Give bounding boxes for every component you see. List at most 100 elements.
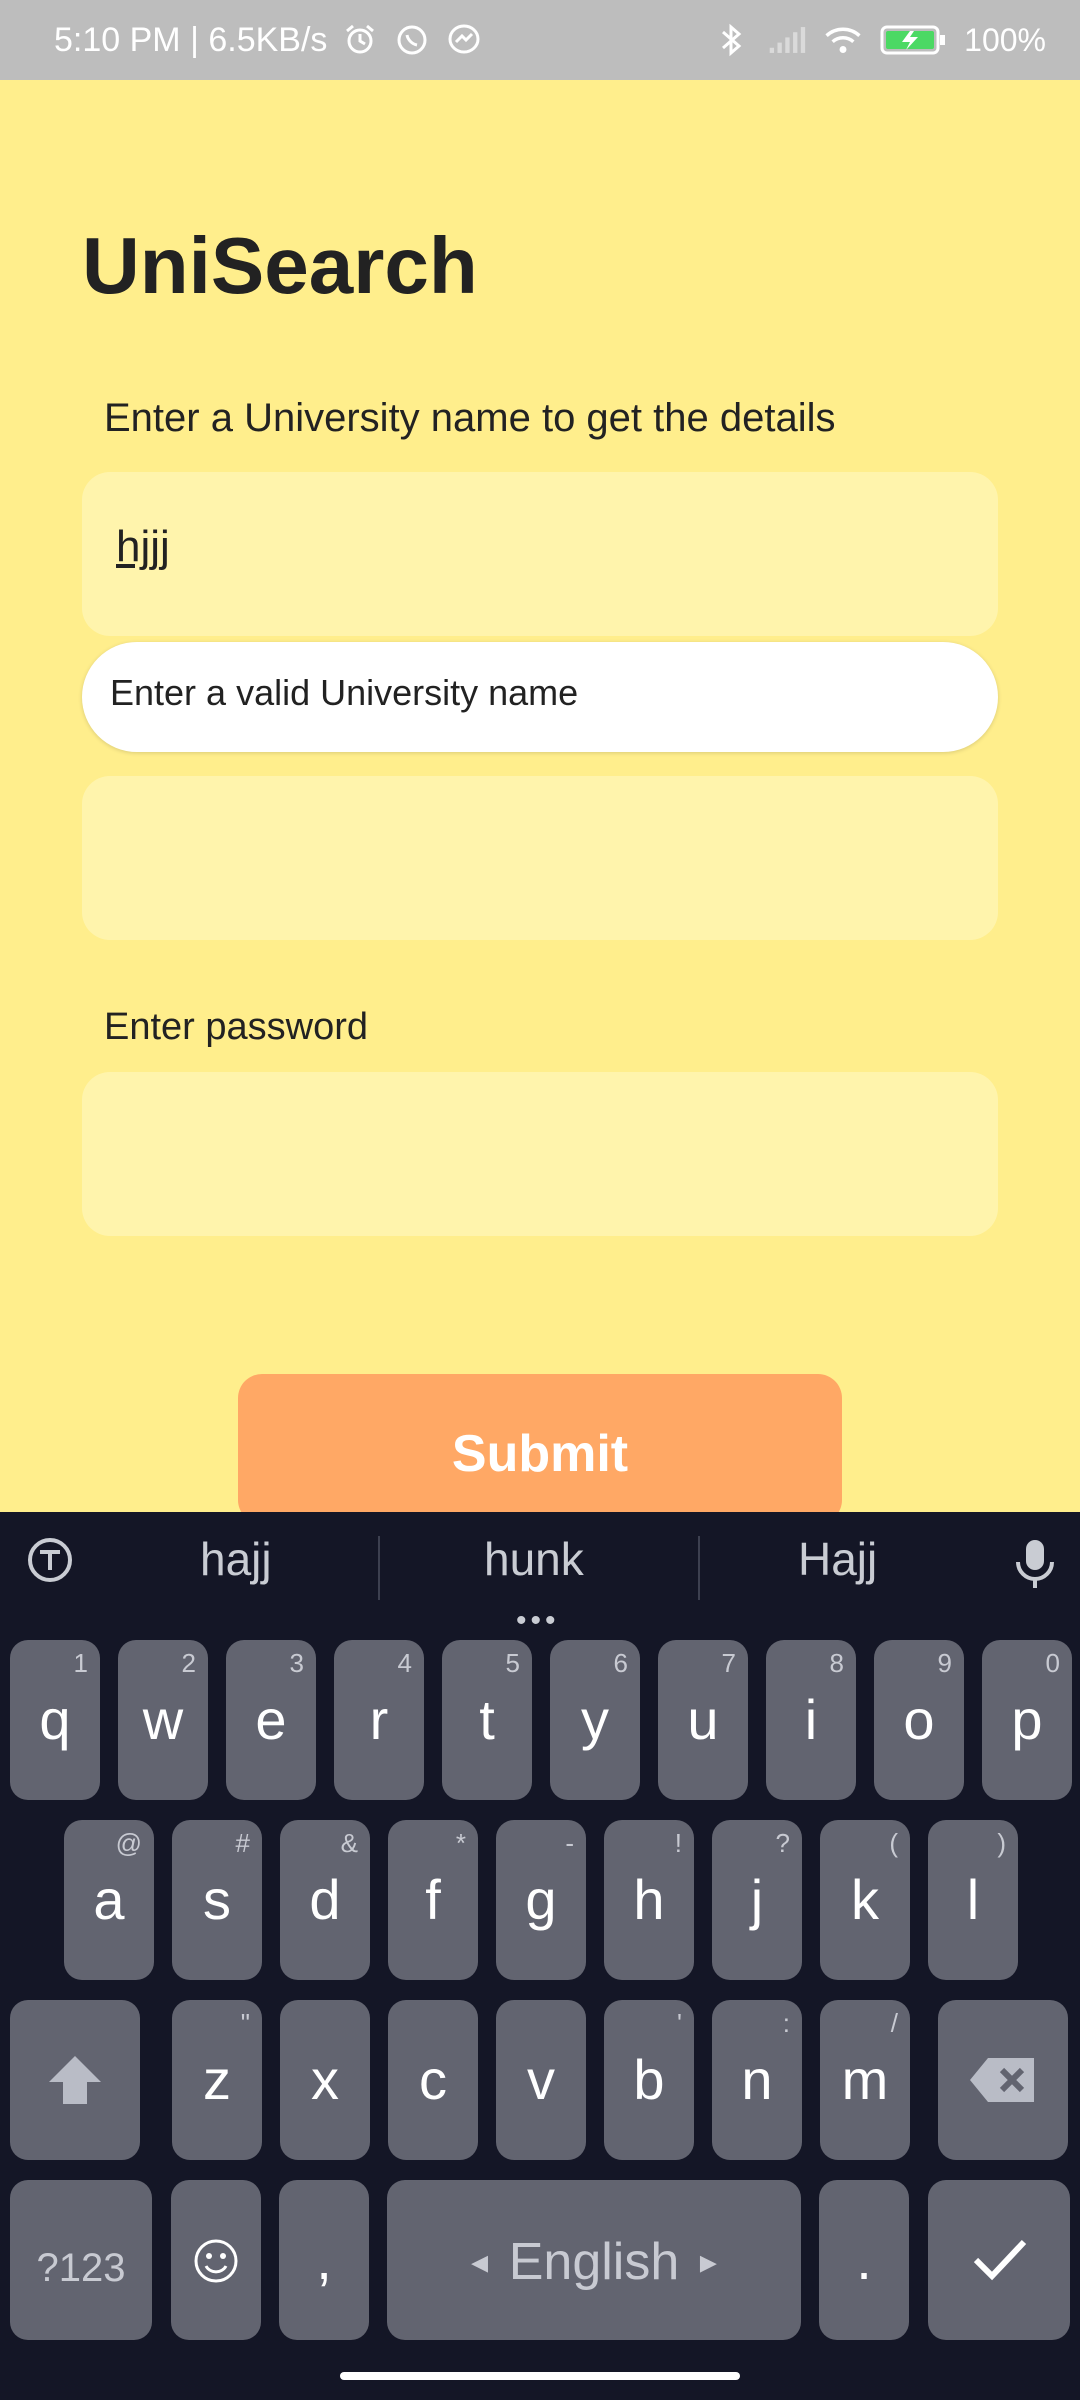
- key-hint: ": [240, 2008, 250, 2038]
- suggestion-3[interactable]: Hajj: [798, 1532, 877, 1586]
- suggestion-2[interactable]: hunk: [484, 1532, 584, 1586]
- key-u[interactable]: u7: [658, 1640, 748, 1800]
- key-d[interactable]: d &: [280, 1820, 370, 1980]
- comma-key[interactable]: ,: [279, 2180, 369, 2340]
- key-hint: *: [455, 1828, 466, 1858]
- comma-key-label: ,: [316, 2228, 332, 2291]
- university-input[interactable]: hjjj: [82, 472, 998, 636]
- more-suggestions-icon[interactable]: •••: [516, 1604, 560, 1638]
- error-tooltip-text: Enter a valid University name: [110, 672, 579, 713]
- key-v[interactable]: v: [496, 2000, 586, 2160]
- key-label: y: [581, 1688, 609, 1751]
- key-hint: (: [889, 1828, 898, 1858]
- key-hint: ': [677, 2008, 682, 2038]
- key-n[interactable]: n:: [712, 2000, 802, 2160]
- submit-label: Submit: [451, 1425, 629, 1483]
- key-hint: 1: [73, 1648, 88, 1678]
- key-label: i: [804, 1688, 818, 1751]
- key-j[interactable]: j?: [712, 1820, 802, 1980]
- error-tooltip: Enter a valid University name: [82, 642, 998, 752]
- shift-key[interactable]: [10, 2000, 140, 2160]
- key-hint: 9: [937, 1648, 952, 1678]
- key-p[interactable]: p0: [982, 1640, 1072, 1800]
- battery-charging-icon: [880, 21, 946, 59]
- key-h[interactable]: h!: [604, 1820, 694, 1980]
- key-b[interactable]: b ': [604, 2000, 694, 2160]
- suggestion-bar: hajj hunk Hajj •••: [0, 1512, 1080, 1637]
- signal-icon: [768, 21, 806, 59]
- app-screen: UniSearch Enter a University name to get…: [0, 80, 1080, 1524]
- key-k[interactable]: k(: [820, 1820, 910, 1980]
- key-o[interactable]: o9: [874, 1640, 964, 1800]
- suggestion-1[interactable]: hajj: [200, 1532, 272, 1586]
- key-x[interactable]: x: [280, 2000, 370, 2160]
- university-label: Enter a University name to get the detai…: [104, 396, 836, 440]
- key-hint: 3: [289, 1648, 304, 1678]
- key-label: x: [311, 2048, 339, 2111]
- key-label: g: [525, 1868, 557, 1931]
- key-f[interactable]: f *: [388, 1820, 478, 1980]
- key-hint: @: [115, 1828, 142, 1858]
- key-l[interactable]: l): [928, 1820, 1018, 1980]
- key-label: z: [203, 2048, 231, 2111]
- key-label: f: [425, 1868, 441, 1931]
- key-label: d: [309, 1868, 341, 1931]
- key-label: w: [142, 1688, 184, 1751]
- key-label: q: [39, 1688, 71, 1751]
- password-input[interactable]: [82, 1072, 998, 1236]
- key-y[interactable]: y6: [550, 1640, 640, 1800]
- key-hint: 5: [505, 1648, 520, 1678]
- key-r[interactable]: r4: [334, 1640, 424, 1800]
- key-label: n: [741, 2048, 773, 2111]
- key-m[interactable]: m /: [820, 2000, 910, 2160]
- key-label: m: [841, 2048, 889, 2111]
- key-hint: ): [997, 1828, 1006, 1858]
- submit-button[interactable]: Submit: [238, 1374, 842, 1524]
- microphone-icon[interactable]: [1012, 1536, 1058, 1597]
- battery-percentage: 100%: [964, 21, 1046, 58]
- suggestion-divider: [698, 1536, 700, 1600]
- messenger-icon: [445, 21, 483, 59]
- key-c[interactable]: c: [388, 2000, 478, 2160]
- suggestion-divider: [378, 1536, 380, 1600]
- page-title: UniSearch: [82, 221, 478, 310]
- symbols-key[interactable]: ?123: [10, 2180, 152, 2340]
- key-s[interactable]: s #: [172, 1820, 262, 1980]
- key-z[interactable]: z ": [172, 2000, 262, 2160]
- symbols-key-label: ?123: [36, 2246, 126, 2290]
- key-g[interactable]: g-: [496, 1820, 586, 1980]
- key-t[interactable]: t5: [442, 1640, 532, 1800]
- key-label: b: [633, 2048, 665, 2111]
- key-label: r: [369, 1688, 389, 1751]
- key-label: a: [93, 1868, 125, 1931]
- key-hint: -: [565, 1828, 574, 1858]
- bluetooth-icon: [712, 21, 750, 59]
- home-indicator[interactable]: [340, 2372, 740, 2380]
- key-label: p: [1011, 1688, 1043, 1751]
- emoji-key[interactable]: [171, 2180, 261, 2340]
- backspace-key[interactable]: [938, 2000, 1068, 2160]
- key-label: h: [633, 1868, 665, 1931]
- key-hint: 8: [829, 1648, 844, 1678]
- period-key[interactable]: .: [819, 2180, 909, 2340]
- space-key-label: English: [508, 2233, 680, 2291]
- key-i[interactable]: i8: [766, 1640, 856, 1800]
- text-tools-icon[interactable]: [24, 1534, 76, 1591]
- key-q[interactable]: q1: [10, 1640, 100, 1800]
- university-input-value: hjjj: [116, 522, 170, 571]
- wifi-icon: [824, 21, 862, 59]
- secondary-input[interactable]: [82, 776, 998, 940]
- key-w[interactable]: w2: [118, 1640, 208, 1800]
- soft-keyboard: hajj hunk Hajj ••• q1w2e3r4t5y6u7i8o9p0 …: [0, 1512, 1080, 2400]
- space-key[interactable]: ◂ English ▸: [387, 2180, 801, 2340]
- key-label: j: [750, 1868, 764, 1931]
- key-hint: 0: [1045, 1648, 1060, 1678]
- key-hint: :: [782, 2008, 790, 2038]
- key-hint: !: [674, 1828, 682, 1858]
- done-key[interactable]: [928, 2180, 1070, 2340]
- key-e[interactable]: e3: [226, 1640, 316, 1800]
- key-label: s: [203, 1868, 231, 1931]
- key-hint: 6: [613, 1648, 628, 1678]
- key-hint: 2: [181, 1648, 196, 1678]
- key-a[interactable]: a @: [64, 1820, 154, 1980]
